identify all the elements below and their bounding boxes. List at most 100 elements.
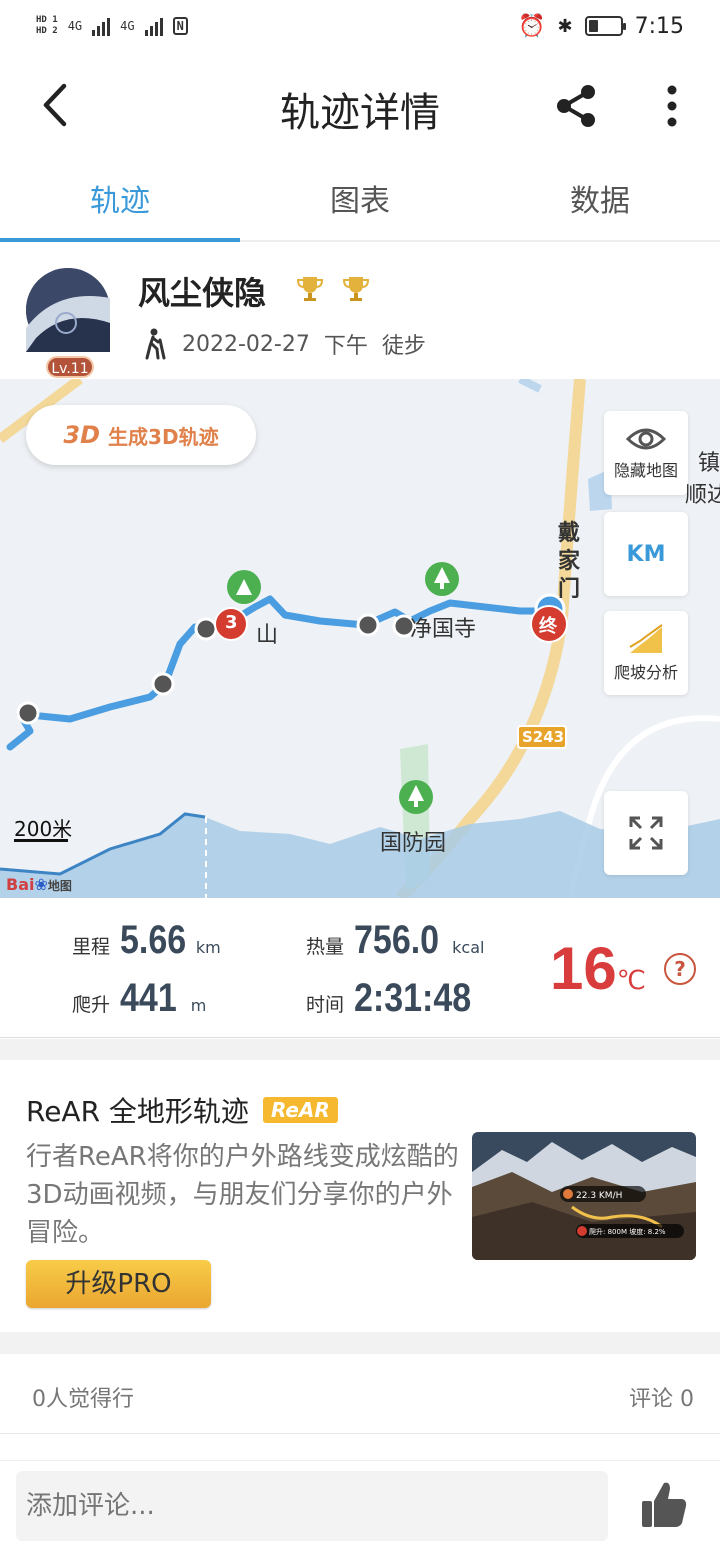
map-label-temple: 净国寺 <box>410 617 477 642</box>
page-title: 轨迹详情 <box>280 90 440 136</box>
map-label-shunda: 顺达 <box>685 483 720 508</box>
nfc-icon: N <box>172 17 188 35</box>
climb-analysis-button[interactable]: 爬坡分析 <box>604 611 688 695</box>
temple-poi-icon <box>425 562 459 596</box>
signal-icon <box>92 16 111 36</box>
km-marker <box>151 672 175 696</box>
waypoint-3-label: 3 <box>225 612 238 633</box>
tab-track[interactable]: 轨迹 <box>0 162 240 242</box>
time-value: 2:31:48 <box>354 976 472 1020</box>
trophy-icon <box>296 277 324 301</box>
calorie-label: 热量 <box>306 936 345 958</box>
road-shield-label: S243 <box>522 728 565 746</box>
distance-label: 里程 <box>72 936 111 958</box>
temperature-value: 16 <box>550 935 617 1002</box>
network-label-2: 4G <box>120 19 135 33</box>
km-label: KM <box>626 541 666 567</box>
share-button[interactable] <box>552 82 600 130</box>
river <box>518 379 542 393</box>
username[interactable]: 风尘侠隐 <box>138 268 266 314</box>
map-label-park: 国防园 <box>380 831 447 856</box>
upgrade-pro-button[interactable]: 升级PRO <box>26 1260 211 1308</box>
tab-bar: 轨迹 图表 数据 <box>0 162 720 242</box>
network-label: 4G <box>67 19 83 33</box>
hd2-label: HD 2 <box>36 26 58 36</box>
help-icon[interactable]: ? <box>664 953 696 985</box>
km-marker <box>356 613 380 637</box>
comment-input[interactable] <box>16 1471 608 1541</box>
like-button[interactable] <box>640 1479 688 1531</box>
comments-count[interactable]: 评论 0 <box>629 1381 694 1413</box>
comment-bar <box>0 1460 720 1560</box>
share-icon <box>557 85 595 127</box>
distance-unit: km <box>195 938 221 957</box>
eye-icon <box>626 428 666 450</box>
activity-date: 2022-02-27 <box>182 331 310 357</box>
calorie-unit: kcal <box>452 938 485 957</box>
end-marker-label: 终 <box>539 616 557 637</box>
tab-chart[interactable]: 图表 <box>240 162 480 240</box>
map-label-town: 镇 <box>698 451 720 476</box>
section-divider <box>0 1332 720 1354</box>
baidu-logo: Bai❀地图 <box>6 875 72 894</box>
stat-time: 时间 2:31:48 <box>306 976 492 1021</box>
stat-calorie: 热量 756.0 kcal <box>306 918 484 963</box>
climb-unit: m <box>190 996 207 1015</box>
fullscreen-button[interactable] <box>604 791 688 875</box>
climb-label: 爬升 <box>72 994 111 1016</box>
likes-count[interactable]: 0人觉得行 <box>32 1381 134 1413</box>
tab-data[interactable]: 数据 <box>480 162 720 240</box>
activity-type: 徒步 <box>381 334 426 359</box>
temperature-unit: ℃ <box>616 965 646 995</box>
social-row: 0人觉得行 评论 0 <box>0 1354 720 1434</box>
avatar[interactable]: Lv.11 <box>26 268 110 378</box>
hd1-label: HD 1 <box>36 15 58 25</box>
activity-meta: 2022-02-27 下午 徒步 <box>140 328 426 360</box>
km-toggle-button[interactable]: KM <box>604 512 688 596</box>
bluetooth-icon: ✱ <box>557 15 573 37</box>
stat-distance: 里程 5.66 km <box>72 918 221 963</box>
time-label: 时间 <box>306 994 345 1016</box>
park-poi-icon <box>399 780 433 814</box>
avatar-image <box>26 268 110 352</box>
temperature: 16℃ <box>550 934 646 1003</box>
rear-title: ReAR 全地形轨迹 <box>26 1095 249 1128</box>
distance-value: 5.66 <box>120 918 187 962</box>
trophy-icon-2 <box>342 277 370 301</box>
status-bar: HD 1 HD 2 4G 4G N ⏰ ✱ 7:15 <box>0 0 720 52</box>
km-marker <box>16 701 40 725</box>
climb-chart-icon <box>629 624 663 653</box>
climb-value: 441 <box>120 976 177 1020</box>
battery-icon <box>584 16 626 36</box>
rear-promo[interactable]: ReAR 全地形轨迹 ReAR 行者ReAR将你的户外路线变成炫酷的3D动画视频… <box>0 1060 720 1332</box>
profile-section: Lv.11 风尘侠隐 2022-02-27 下午 徒步 <box>0 244 720 379</box>
more-options-button[interactable] <box>652 82 692 130</box>
rear-preview-image[interactable]: 22.3 KM/H 爬升: 800M 坡度: 8.2% <box>472 1132 696 1260</box>
section-divider <box>0 1039 720 1060</box>
rear-title-row: ReAR 全地形轨迹 ReAR <box>26 1090 338 1130</box>
generate-3d-button[interactable]: 3D 生成3D轨迹 <box>26 405 256 465</box>
track-map[interactable]: 3D 生成3D轨迹 隐藏地图 KM 爬坡分析 山 净国寺 国防园 镇 顺达 戴 … <box>0 379 720 898</box>
title-bar: 轨迹详情 <box>0 52 720 162</box>
level-badge: Lv.11 <box>46 356 94 378</box>
map-scale-bar <box>14 839 68 842</box>
fullscreen-icon <box>629 816 663 850</box>
clock: 7:15 <box>634 13 684 39</box>
km-marker <box>194 617 218 641</box>
calorie-value: 756.0 <box>354 918 440 962</box>
thumbs-up-icon <box>642 1482 687 1527</box>
stats-panel: 里程 5.66 km 爬升 441 m 热量 756.0 kcal 时间 2:3… <box>0 898 720 1038</box>
3d-icon: 3D <box>63 421 101 449</box>
hide-map-button[interactable]: 隐藏地图 <box>604 411 688 495</box>
map-label-men: 门 <box>558 577 581 602</box>
more-vertical-icon <box>667 85 677 127</box>
climb-analysis-label: 爬坡分析 <box>613 663 678 682</box>
rear-preview-stats: 爬升: 800M 坡度: 8.2% <box>589 1227 666 1236</box>
rear-preview-graphic: 22.3 KM/H 爬升: 800M 坡度: 8.2% <box>472 1132 696 1260</box>
activity-period: 下午 <box>323 334 368 359</box>
signal-icon-2 <box>144 16 163 36</box>
hiking-icon <box>145 328 166 360</box>
rear-description: 行者ReAR将你的户外路线变成炫酷的3D动画视频，与朋友们分享你的户外冒险。 <box>26 1142 459 1248</box>
map-scale-label: 200米 <box>14 817 73 841</box>
hide-map-label: 隐藏地图 <box>613 461 678 480</box>
